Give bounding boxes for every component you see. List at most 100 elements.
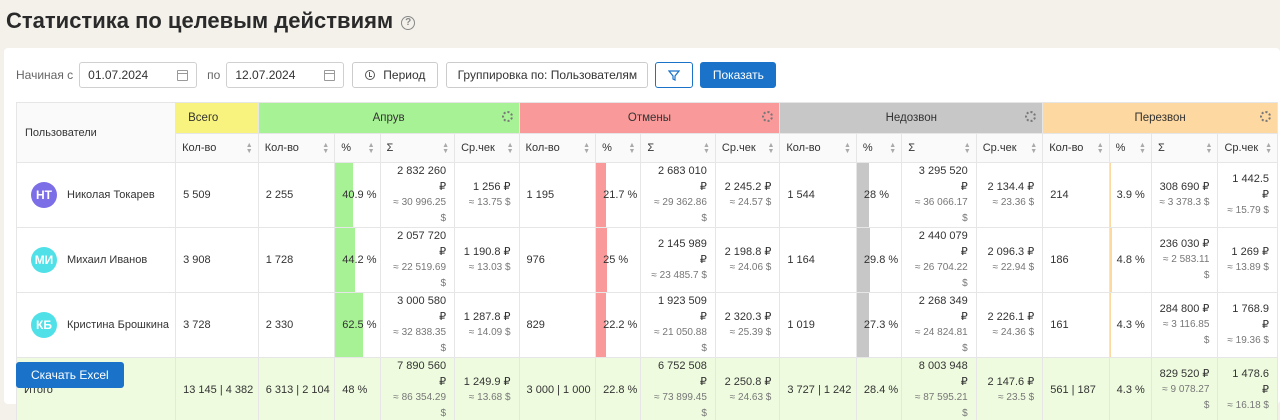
column-header-sum[interactable]: Σ ▲ ▼ (640, 133, 716, 163)
nodial-sum-cell: 2 268 349 ₽ ≈ 24 824.81 $ (901, 292, 977, 358)
user-name: Михаил Иванов (67, 254, 148, 266)
apruv-count-cell: 1 728 (257, 227, 336, 293)
column-header-avg[interactable]: Ср.чек ▲ ▼ (454, 133, 520, 163)
pct-value: 25 % (603, 254, 629, 266)
gear-icon[interactable] (501, 111, 513, 122)
nodial-sum-cell-usd: ≈ 36 066.17 $ (914, 197, 968, 224)
sort-icon[interactable]: ▲ ▼ (889, 142, 896, 155)
column-header-count[interactable]: Кол-во ▲ ▼ (175, 133, 259, 163)
column-header-label: % (1115, 142, 1126, 154)
nodial-sum-cell: 3 295 520 ₽ ≈ 36 066.17 $ (901, 162, 977, 228)
group-header-nodial: Недозвон (779, 102, 1044, 134)
sort-icon[interactable]: ▲ ▼ (368, 142, 375, 155)
recall-count-cell: 161 (1042, 292, 1110, 358)
sort-icon[interactable]: ▲ ▼ (322, 142, 329, 155)
sort-icon[interactable]: ▲ ▼ (507, 142, 514, 155)
cancel-pct-cell: 25 % (595, 227, 642, 293)
column-header-count[interactable]: Кол-во ▲ ▼ (1042, 133, 1110, 163)
to-label: по (207, 68, 221, 82)
nodial-avg-cell-usd: ≈ 23.36 $ (992, 197, 1035, 208)
sort-icon[interactable]: ▲ ▼ (703, 142, 710, 155)
nodial-sum-cell: 2 440 079 ₽ ≈ 26 704.22 $ (901, 227, 977, 293)
column-header-avg[interactable]: Ср.чек ▲ ▼ (1217, 133, 1278, 163)
apruv-count-cell: 2 330 (257, 292, 336, 358)
column-header-pct[interactable]: % ▲ ▼ (855, 133, 903, 163)
sort-icon[interactable]: ▲ ▼ (246, 142, 253, 155)
cancel-count-cell: 1 195 (518, 162, 597, 228)
cancel-totals-sum-main: 6 752 508 ₽ (657, 360, 707, 388)
sort-icon[interactable]: ▲ ▼ (767, 142, 774, 155)
sort-icon[interactable]: ▲ ▼ (1030, 142, 1037, 155)
column-header-sum[interactable]: Σ ▲ ▼ (1150, 133, 1219, 163)
period-button[interactable]: Период (352, 62, 439, 88)
column-header-pct[interactable]: % ▲ ▼ (595, 133, 642, 163)
apruv-totals-count: 6 313 | 2 104 (257, 357, 336, 420)
recall-sum-cell-main: 308 690 ₽ (1159, 181, 1210, 193)
sort-icon[interactable]: ▲ ▼ (844, 142, 851, 155)
cancel-totals-sum-usd: ≈ 73 899.45 $ (654, 392, 707, 419)
total-count-cell: 3 908 (175, 227, 259, 293)
show-button[interactable]: Показать (700, 62, 777, 88)
recall-totals-sum-usd: ≈ 9 078.27 $ (1162, 384, 1210, 411)
column-header-sum[interactable]: Σ ▲ ▼ (901, 133, 977, 163)
sort-icon[interactable]: ▲ ▼ (628, 142, 635, 155)
cancel-totals-pct: 22.8 % (595, 357, 642, 420)
recall-sum-cell-main: 236 030 ₽ (1159, 238, 1210, 250)
recall-sum-cell: 284 800 ₽ ≈ 3 116.85 $ (1150, 292, 1219, 358)
sort-icon[interactable]: ▲ ▼ (442, 142, 449, 155)
column-header-count[interactable]: Кол-во ▲ ▼ (257, 133, 336, 163)
gear-icon[interactable] (1260, 111, 1271, 122)
nodial-avg-cell: 2 096.3 ₽ ≈ 22.94 $ (975, 227, 1044, 293)
gear-icon[interactable] (762, 111, 774, 122)
group-label: Недозвон (885, 112, 937, 124)
column-header-pct[interactable]: % ▲ ▼ (334, 133, 381, 163)
sort-icon[interactable]: ▲ ▼ (1097, 142, 1104, 155)
recall-totals-avg-usd: ≈ 16.18 $ (1227, 400, 1269, 411)
nodial-sum-cell-usd: ≈ 24 824.81 $ (914, 327, 968, 354)
date-to-input[interactable]: 12.07.2024 (226, 62, 345, 88)
clock-icon (365, 70, 376, 80)
column-header-count[interactable]: Кол-во ▲ ▼ (779, 133, 857, 163)
nodial-pct-cell: 28 % (855, 162, 903, 228)
column-header-count[interactable]: Кол-во ▲ ▼ (518, 133, 597, 163)
calendar-icon (324, 69, 336, 81)
nodial-avg-cell-usd: ≈ 24.36 $ (992, 327, 1035, 338)
users-header: Пользователи (15, 102, 177, 163)
apruv-avg-cell-usd: ≈ 13.75 $ (468, 197, 511, 208)
sort-icon[interactable]: ▲ ▼ (1139, 142, 1146, 155)
nodial-totals-sum-usd: ≈ 87 595.21 $ (914, 392, 968, 419)
column-header-avg[interactable]: Ср.чек ▲ ▼ (975, 133, 1044, 163)
column-header-avg[interactable]: Ср.чек ▲ ▼ (714, 133, 781, 163)
cancel-avg-cell-usd: ≈ 24.06 $ (729, 262, 772, 273)
sort-icon[interactable]: ▲ ▼ (964, 142, 971, 155)
group-label: Перезвон (1134, 112, 1186, 124)
pct-value: 4.8 % (1116, 254, 1145, 266)
recall-pct-cell: 4.8 % (1108, 227, 1152, 293)
sort-icon[interactable]: ▲ ▼ (1265, 142, 1272, 155)
gear-icon[interactable] (1025, 111, 1037, 122)
download-excel-button[interactable]: Скачать Excel (16, 362, 124, 388)
cancel-totals-sum: 6 752 508 ₽ ≈ 73 899.45 $ (640, 357, 716, 420)
question-circle-icon[interactable]: ? (401, 16, 416, 30)
nodial-count-cell: 1 164 (779, 227, 857, 293)
column-header-label: % (862, 142, 873, 154)
filter-button[interactable] (655, 62, 694, 88)
user-cell: КБ Кристина Брошкина (15, 292, 177, 358)
sort-icon[interactable]: ▲ ▼ (583, 142, 590, 155)
recall-avg-cell: 1 269 ₽ ≈ 13.89 $ (1217, 227, 1278, 293)
recall-sum-cell-usd: ≈ 2 583.11 $ (1162, 254, 1210, 281)
recall-sum-cell-usd: ≈ 3 378.3 $ (1159, 197, 1210, 208)
nodial-sum-cell-main: 2 440 079 ₽ (918, 230, 968, 258)
date-from-value: 01.07.2024 (88, 68, 149, 82)
recall-totals-avg: 1 478.6 ₽ ≈ 16.18 $ (1217, 357, 1278, 420)
sort-icon[interactable]: ▲ ▼ (1206, 142, 1213, 155)
cancel-avg-cell: 2 320.3 ₽ ≈ 25.39 $ (714, 292, 781, 358)
apruv-avg-cell: 1 287.8 ₽ ≈ 14.09 $ (454, 292, 520, 358)
column-header-pct[interactable]: % ▲ ▼ (1108, 133, 1152, 163)
recall-avg-cell-usd: ≈ 15.79 $ (1227, 205, 1269, 216)
column-header-sum[interactable]: Σ ▲ ▼ (379, 133, 456, 163)
apruv-pct-cell: 40.9 % (334, 162, 381, 228)
grouping-button[interactable]: Группировка по: Пользователям (446, 62, 649, 88)
apruv-sum-cell-main: 3 000 580 ₽ (397, 295, 447, 323)
date-from-input[interactable]: 01.07.2024 (79, 62, 198, 88)
